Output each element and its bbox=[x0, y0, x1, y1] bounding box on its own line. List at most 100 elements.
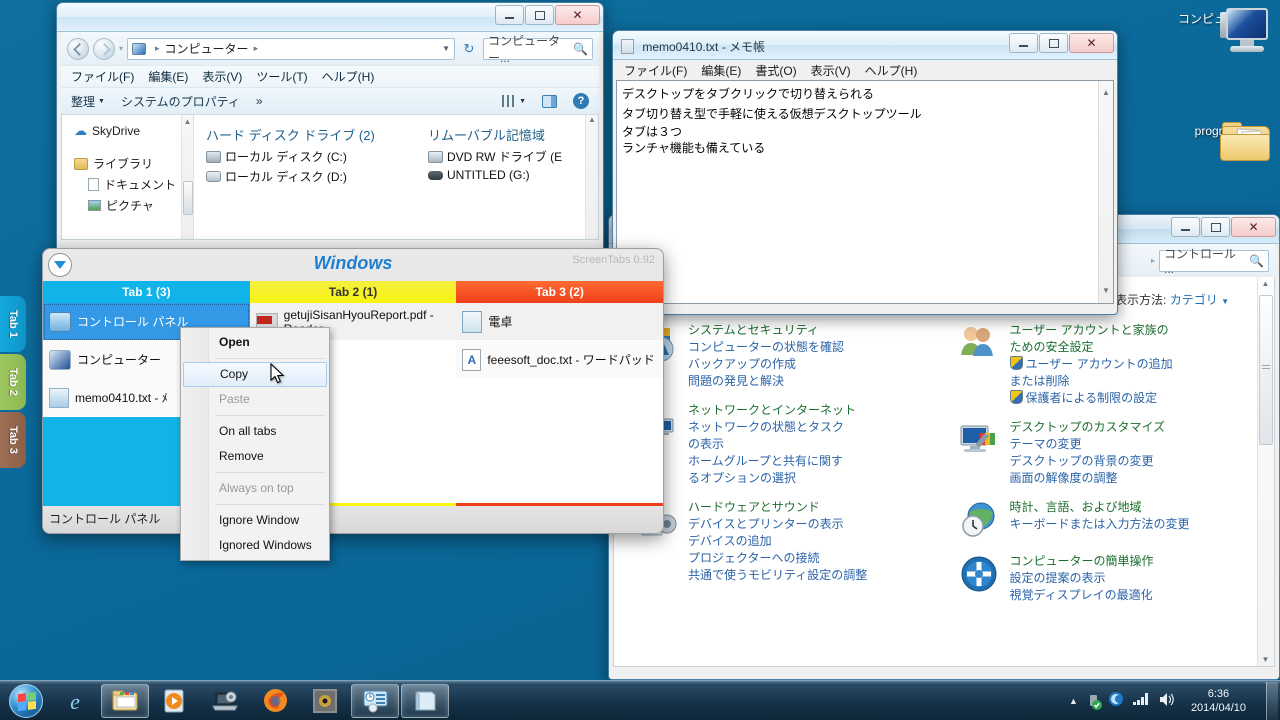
context-menu-item-ignored-windows[interactable]: Ignored Windows bbox=[181, 533, 329, 558]
drive-row[interactable]: DVD RW ドライブ (E bbox=[428, 148, 598, 165]
cp-category-system-security[interactable]: システムとセキュリティ コンピューターの状態を確認 バックアップの作成 問題の発… bbox=[636, 322, 936, 390]
screentabs-list-item[interactable]: A feeesoft_doc.txt - ワードパッド bbox=[456, 341, 663, 379]
cp-link[interactable]: デバイスの追加 bbox=[688, 533, 867, 550]
taskbar-control-panel[interactable] bbox=[351, 683, 399, 718]
cp-category-title[interactable]: コンピューターの簡単操作 bbox=[1010, 553, 1154, 570]
cp-link[interactable]: 保護者による制限の設定 bbox=[1010, 390, 1180, 407]
context-menu-item-remove[interactable]: Remove bbox=[181, 444, 329, 469]
minimize-button[interactable] bbox=[1171, 217, 1200, 237]
navpane-scrollbar[interactable]: ▲ bbox=[181, 115, 193, 239]
help-icon[interactable]: ? bbox=[573, 93, 589, 109]
taskbar[interactable]: e ▲ 6:36 2014/04/10 bbox=[0, 680, 1280, 720]
cp-category-hardware-sound[interactable]: ハードウェアとサウンド デバイスとプリンターの表示 デバイスの追加 プロジェクタ… bbox=[636, 499, 936, 584]
cp-link[interactable]: バックアップの作成 bbox=[688, 356, 844, 373]
cp-category-clock-language[interactable]: 時計、言語、および地域 キーボードまたは入力方法の変更 bbox=[958, 499, 1258, 541]
explorer-search-input[interactable]: コンピューター... 🔍 bbox=[483, 34, 593, 65]
navigation-pane[interactable]: ☁ SkyDrive ライブラリ ドキュメント ピクチャ ▲ bbox=[62, 115, 194, 239]
notepad-textarea[interactable]: デスクトップをタブクリックで切り替えられる タブ切り替え型で手軽に使える仮想デス… bbox=[616, 80, 1114, 304]
explorer-titlebar[interactable]: ✕ bbox=[57, 3, 603, 32]
control-panel-search-input[interactable]: コントロール ... 🔍 bbox=[1159, 247, 1269, 276]
show-desktop-button[interactable] bbox=[1266, 681, 1278, 720]
menu-help[interactable]: ヘルプ(H) bbox=[865, 62, 918, 79]
address-dropdown-icon[interactable]: ▼ bbox=[442, 44, 450, 53]
recent-pages-caret-icon[interactable]: ▾ bbox=[119, 44, 123, 53]
context-menu-item-on-all-tabs[interactable]: On all tabs bbox=[181, 419, 329, 444]
address-bar[interactable]: ▸ コンピューター ▸ ▼ bbox=[127, 37, 455, 60]
maximize-button[interactable] bbox=[525, 5, 554, 25]
menu-tools[interactable]: ツール(T) bbox=[256, 68, 307, 85]
navpane-item-documents[interactable]: ドキュメント bbox=[62, 174, 193, 195]
screentabs-list-item[interactable]: 電卓 bbox=[456, 303, 663, 341]
menu-view[interactable]: 表示(V) bbox=[811, 62, 851, 79]
side-tab-2[interactable]: Tab 2 bbox=[0, 354, 26, 410]
cp-category-network-internet[interactable]: ネットワークとインターネット ネットワークの状態とタスクの表示 ホームグループと… bbox=[636, 402, 936, 487]
taskbar-explorer[interactable] bbox=[101, 683, 149, 718]
change-view-button[interactable]: ▼ bbox=[502, 95, 526, 107]
context-menu-item-copy[interactable]: Copy bbox=[183, 362, 327, 387]
breadcrumb-root[interactable]: コンピューター bbox=[165, 40, 249, 57]
navpane-item-libraries[interactable]: ライブラリ bbox=[62, 153, 193, 174]
cp-category-title[interactable]: システムとセキュリティ bbox=[688, 322, 844, 339]
more-commands-button[interactable]: » bbox=[256, 94, 263, 108]
desktop-icon-programs[interactable]: programs bbox=[1172, 120, 1270, 161]
show-hidden-icons-icon[interactable]: ▲ bbox=[1069, 696, 1078, 706]
preview-pane-icon[interactable] bbox=[542, 94, 557, 108]
screentabs-tab-1[interactable]: Tab 1 (3) bbox=[43, 281, 250, 303]
view-by-value[interactable]: カテゴリ bbox=[1170, 293, 1218, 307]
cp-link[interactable]: 画面の解像度の調整 bbox=[1010, 470, 1166, 487]
scroll-up-arrow-icon[interactable]: ▲ bbox=[1258, 279, 1273, 288]
cp-link[interactable]: ユーザー アカウントの追加または削除 bbox=[1010, 356, 1180, 390]
system-tray[interactable]: ▲ 6:36 2014/04/10 bbox=[1069, 681, 1280, 720]
cp-link[interactable]: キーボードまたは入力方法の変更 bbox=[1010, 516, 1190, 533]
cp-link[interactable]: ホームグループと共有に関するオプションの選択 bbox=[688, 453, 848, 487]
menu-view[interactable]: 表示(V) bbox=[202, 68, 242, 85]
maximize-button[interactable] bbox=[1039, 33, 1068, 53]
back-button[interactable] bbox=[67, 37, 89, 60]
cp-category-ease-of-access[interactable]: コンピューターの簡単操作 設定の提案の表示 視覚ディスプレイの最適化 bbox=[958, 553, 1258, 604]
maximize-button[interactable] bbox=[1201, 217, 1230, 237]
start-button[interactable] bbox=[2, 682, 50, 720]
scroll-down-arrow-icon[interactable]: ▼ bbox=[1099, 281, 1113, 301]
cp-link[interactable]: プロジェクターへの接続 bbox=[688, 550, 867, 567]
refresh-icon[interactable]: ↻ bbox=[459, 39, 479, 59]
cp-link[interactable]: デバイスとプリンターの表示 bbox=[688, 516, 867, 533]
navpane-item-pictures[interactable]: ピクチャ bbox=[62, 195, 193, 216]
system-properties-button[interactable]: システムのプロパティ bbox=[121, 93, 240, 110]
drive-row[interactable]: ローカル ディスク (D:) bbox=[206, 168, 428, 185]
cp-link[interactable]: 設定の提案の表示 bbox=[1010, 570, 1154, 587]
taskbar-notepad[interactable] bbox=[401, 683, 449, 718]
context-menu-item-open[interactable]: Open bbox=[181, 330, 329, 355]
menu-help[interactable]: ヘルプ(H) bbox=[322, 68, 375, 85]
menu-file[interactable]: ファイル(F) bbox=[71, 68, 134, 85]
cp-category-title[interactable]: ネットワークとインターネット bbox=[688, 402, 856, 419]
view-by-control[interactable]: 表示方法: カテゴリ ▼ bbox=[1115, 291, 1229, 308]
taskbar-internet-explorer[interactable]: e bbox=[51, 684, 99, 718]
screentabs-panel[interactable]: Windows ScreenTabs 0.92 Tab 1 (3) Tab 2 … bbox=[42, 248, 664, 534]
minimize-button[interactable] bbox=[1009, 33, 1038, 53]
taskbar-firefox[interactable] bbox=[251, 684, 299, 718]
menu-format[interactable]: 書式(O) bbox=[755, 62, 796, 79]
control-panel-scrollbar[interactable]: ▲ ▼ bbox=[1257, 277, 1274, 666]
side-tab-3[interactable]: Tab 3 bbox=[0, 412, 26, 468]
network-icon[interactable] bbox=[1132, 692, 1150, 709]
scrollbar-thumb[interactable] bbox=[183, 181, 193, 215]
explorer-content-scrollbar[interactable]: ▲ bbox=[585, 115, 598, 239]
cp-link[interactable]: 共通で使うモビリティ設定の調整 bbox=[688, 567, 867, 584]
taskbar-image-app[interactable] bbox=[301, 684, 349, 718]
cp-category-title[interactable]: デスクトップのカスタマイズ bbox=[1010, 419, 1166, 436]
context-menu[interactable]: Open Copy Paste On all tabs Remove Alway… bbox=[180, 327, 330, 561]
scroll-up-arrow-icon[interactable]: ▲ bbox=[586, 115, 598, 124]
close-button[interactable]: ✕ bbox=[1069, 33, 1114, 53]
forward-button[interactable] bbox=[93, 37, 115, 60]
cp-category-title[interactable]: ユーザー アカウントと家族のための安全設定 bbox=[1010, 322, 1180, 356]
desktop-icon-computer[interactable]: コンピューター bbox=[1172, 8, 1268, 52]
notepad-titlebar[interactable]: memo0410.txt - メモ帳 ✕ bbox=[613, 31, 1117, 60]
side-tab-1[interactable]: Tab 1 bbox=[0, 296, 26, 352]
scroll-up-arrow-icon[interactable]: ▲ bbox=[1099, 83, 1113, 103]
cp-category-user-accounts[interactable]: ユーザー アカウントと家族のための安全設定 ユーザー アカウントの追加または削除… bbox=[958, 322, 1258, 407]
cp-link[interactable]: 問題の発見と解決 bbox=[688, 373, 844, 390]
volume-icon[interactable] bbox=[1158, 692, 1175, 710]
breadcrumb-caret-icon[interactable]: ▸ bbox=[1151, 256, 1155, 265]
cp-link[interactable]: コンピューターの状態を確認 bbox=[688, 339, 844, 356]
close-button[interactable]: ✕ bbox=[1231, 217, 1276, 237]
